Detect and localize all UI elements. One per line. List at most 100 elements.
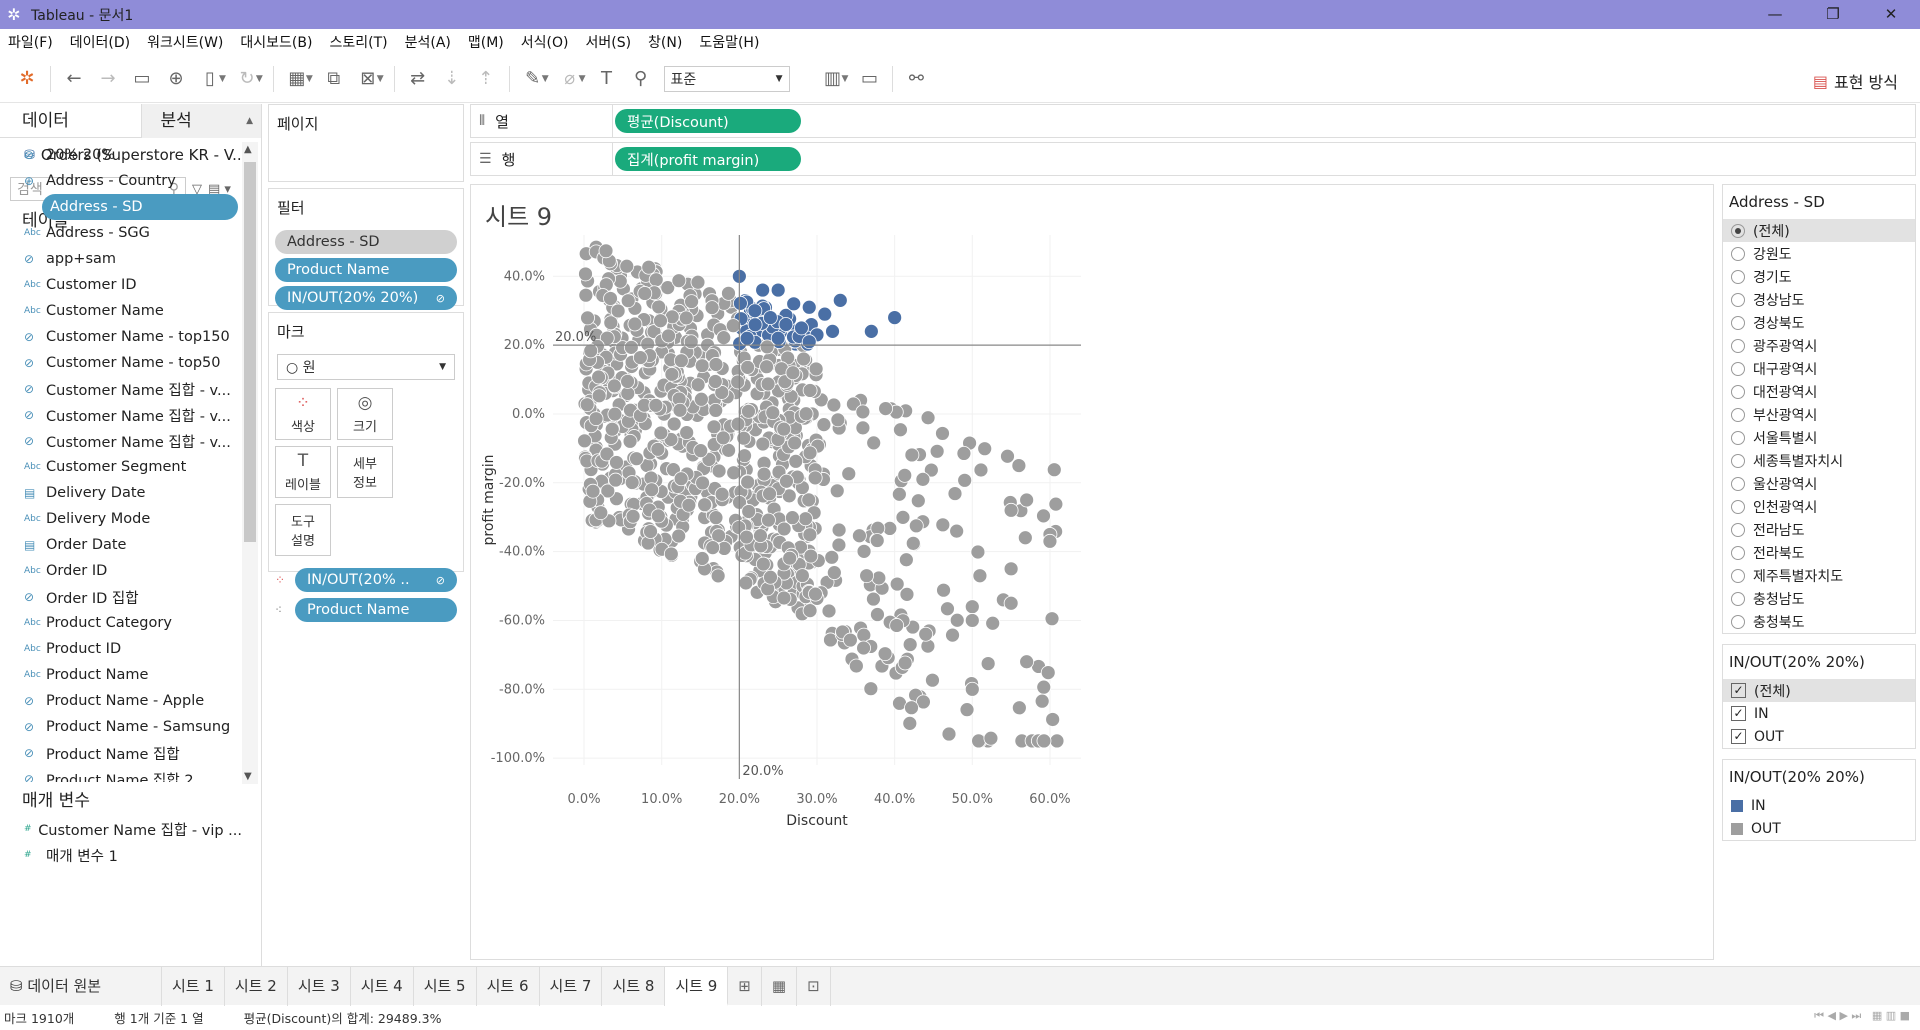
field-item[interactable]: ⊘ Customer Name - top150 [0,324,242,350]
filter-pill-inout[interactable]: IN/OUT(20% 20%) ⊘ [275,286,457,310]
sd-option[interactable]: 부산광역시 [1723,403,1915,426]
share-icon[interactable]: ⚯ [899,64,933,94]
close-button[interactable]: ✕ [1862,0,1920,29]
mark-type-select[interactable]: ○ 원 ▼ [277,354,455,380]
tab-datasource[interactable]: ⛁ 데이터 원본 [0,966,162,1006]
field-item[interactable]: ⊘ 20% 20% [0,142,242,168]
param-item[interactable]: # 매개 변수 1 [0,842,242,868]
sd-option[interactable]: 제주특별자치도 [1723,564,1915,587]
field-item[interactable]: Abc Address - SGG [0,220,242,246]
sd-option[interactable]: (전체) [1723,219,1915,242]
tab-sheet-8[interactable]: 시트 8 [602,966,666,1006]
menu-map[interactable]: 맵(M) [468,32,504,52]
scrollbar-thumb[interactable] [244,162,256,542]
param-item[interactable]: # Customer Name 집합 - vip ... [0,816,242,842]
sd-option[interactable]: 울산광역시 [1723,472,1915,495]
sd-option[interactable]: 경기도 [1723,265,1915,288]
minimize-button[interactable]: — [1746,0,1804,29]
tab-sheet-9[interactable]: 시트 9 [665,966,729,1006]
sd-option[interactable]: 전라남도 [1723,518,1915,541]
field-item[interactable]: ⊘ Product Name 집합 2 [0,766,242,782]
sd-option[interactable]: 충청남도 [1723,587,1915,610]
menu-story[interactable]: 스토리(T) [329,32,387,52]
tab-sheet-4[interactable]: 시트 4 [351,966,414,1006]
field-item[interactable]: ▤ Delivery Date [0,480,242,506]
marks-label-button[interactable]: T 레이블 [275,446,331,498]
sd-option[interactable]: 충청북도 [1723,610,1915,633]
duplicate-sheet-icon[interactable]: ⧉ [317,64,351,94]
field-item[interactable]: Abc Customer ID [0,272,242,298]
tableau-home-icon[interactable]: ✲ [10,64,44,94]
menu-server[interactable]: 서버(S) [585,32,631,52]
scroll-up-icon[interactable]: ▲ [244,144,252,155]
redo-icon[interactable]: → [91,64,125,94]
menu-worksheet[interactable]: 워크시트(W) [147,32,223,52]
tab-sheet-6[interactable]: 시트 6 [477,966,540,1006]
rows-shelf[interactable]: ☰ 행 집계(profit margin) [470,142,1916,176]
sd-option[interactable]: 인천광역시 [1723,495,1915,518]
new-story-icon[interactable]: ⊡ [797,966,831,1006]
sd-option[interactable]: 경상남도 [1723,288,1915,311]
show-labels-icon[interactable]: T [590,64,624,94]
sd-option[interactable]: 전라북도 [1723,541,1915,564]
sd-option[interactable]: 경상북도 [1723,311,1915,334]
tab-sheet-7[interactable]: 시트 7 [540,966,603,1006]
field-item[interactable]: ⊘ Product Name 집합 [0,740,242,766]
sd-option[interactable]: 세종특별자치시 [1723,449,1915,472]
tab-analysis[interactable]: 분석 ▲▼ [141,104,261,160]
menu-help[interactable]: 도움말(H) [699,32,759,52]
tab-sheet-2[interactable]: 시트 2 [225,966,288,1006]
columns-shelf[interactable]: ⦀ 열 평균(Discount) [470,104,1916,138]
mark-pill-inout[interactable]: IN/OUT(20% .. ⊘ [295,568,457,592]
field-item[interactable]: Abc Customer Segment [0,454,242,480]
menu-format[interactable]: 서식(O) [521,32,569,52]
field-item[interactable]: ⊕ Address - Country [0,168,242,194]
inout-option-out[interactable]: ✓ OUT [1723,725,1915,748]
field-item[interactable]: ⊘ Product Name - Apple [0,688,242,714]
field-item[interactable]: Abc Customer Name [0,298,242,324]
marks-size-button[interactable]: ◎ 크기 [337,388,393,440]
field-item[interactable]: ⊘ Order ID 집합 [0,584,242,610]
menu-data[interactable]: 데이터(D) [70,32,130,52]
field-item[interactable]: ▤ Order Date [0,532,242,558]
show-me-button[interactable]: ▤ 표현 방식 [1813,69,1898,93]
inout-option-all[interactable]: ✓ (전체) [1723,679,1915,702]
rows-pill[interactable]: 집계(profit margin) [615,147,801,171]
marks-tooltip-button[interactable]: 도구 설명 [275,504,331,556]
legend-item-out[interactable]: OUT [1723,817,1915,840]
sd-option[interactable]: 서울특별시 [1723,426,1915,449]
field-item[interactable]: Abc Delivery Mode [0,506,242,532]
field-item[interactable]: ⊘ Product Name - Samsung [0,714,242,740]
field-item[interactable]: Abc Product ID [0,636,242,662]
mark-pill-product-name[interactable]: Product Name [295,598,457,622]
sd-option[interactable]: 강원도 [1723,242,1915,265]
tab-sheet-1[interactable]: 시트 1 [162,966,225,1006]
filter-pill-address-sd[interactable]: Address - SD [275,230,457,254]
tab-data[interactable]: 데이터 [0,104,141,138]
field-item[interactable]: ⊕Address - SD [42,194,238,220]
menu-analysis[interactable]: 분석(A) [405,32,451,52]
sort-asc-icon[interactable]: ⇣ [435,64,469,94]
sd-option[interactable]: 대구광역시 [1723,357,1915,380]
field-item[interactable]: ⊘ Customer Name 집합 - v... [0,402,242,428]
menu-dashboard[interactable]: 대시보드(B) [240,32,312,52]
new-datasource-icon[interactable]: ⊕ [159,64,193,94]
field-item[interactable]: ⊘ Customer Name - top50 [0,350,242,376]
save-icon[interactable]: ▭ [125,64,159,94]
sort-desc-icon[interactable]: ⇡ [469,64,503,94]
marks-detail-button[interactable]: 세부 정보 [337,446,393,498]
field-item[interactable]: ⊘ app+sam [0,246,242,272]
scatter-chart[interactable]: 20.0% 20.0% 0.0% 10.0% 20.0% 30.0% 40.0% 50.0% 6… [471,185,1715,961]
field-item[interactable]: ⊘ Customer Name 집합 - v... [0,376,242,402]
filter-pill-product-name[interactable]: Product Name [275,258,457,282]
viz-area[interactable]: 시트 9 20.0% 20.0% 0.0% 10.0% 20.0% 30.0% 40.0% 5… [470,184,1714,960]
field-item[interactable]: Abc Order ID [0,558,242,584]
new-worksheet-icon[interactable]: ⊞ [728,966,762,1006]
swap-icon[interactable]: ⇄ [401,64,435,94]
undo-icon[interactable]: ← [57,64,91,94]
fix-axes-icon[interactable]: ⚲ [624,64,658,94]
tab-sheet-5[interactable]: 시트 5 [414,966,477,1006]
columns-pill[interactable]: 평균(Discount) [615,109,801,133]
field-list-scrollbar[interactable]: ▲ ▼ [242,142,258,784]
menu-window[interactable]: 창(N) [648,32,682,52]
